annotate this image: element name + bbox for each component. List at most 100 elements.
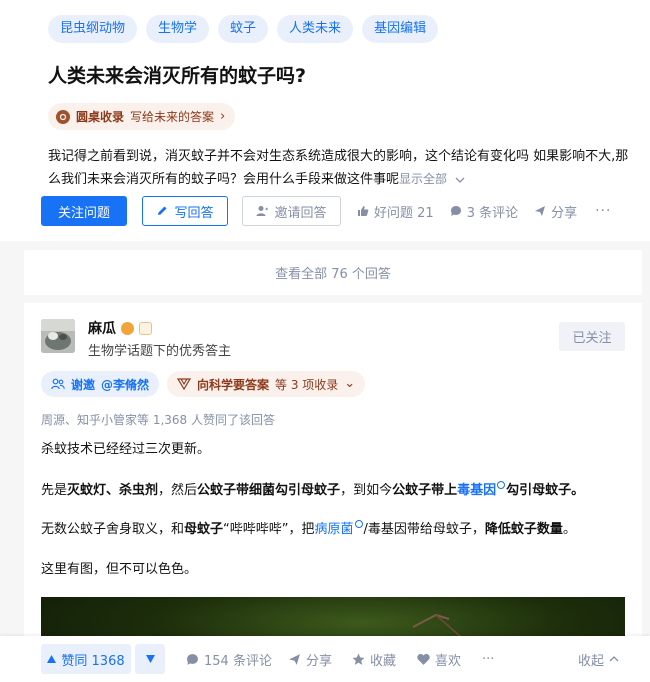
paragraph-text: 。 [562,522,576,537]
answer-share-button[interactable]: 分享 [288,644,332,674]
more-options-icon[interactable]: ··· [595,203,611,219]
question-actions: 关注问题 写回答 邀请回答 好问题 21 3 条评论 分享 ··· [41,196,611,226]
excellent-answerer-badge-icon [121,321,134,335]
follow-question-button[interactable]: 关注问题 [41,196,127,226]
agree-summary: 周源、知乎小管家等 1,368 人赞同了该回答 [41,413,275,427]
paragraph-text: 先是 [41,483,68,498]
chevron-up-icon [609,656,619,662]
roundtable-label: 圆桌收录 [76,110,125,124]
comments-label: 3 条评论 [466,205,519,221]
write-answer-label: 写回答 [174,205,214,221]
roundtable-link[interactable]: 圆桌收录 写给未来的答案 › [48,103,236,130]
like-button[interactable]: 喜欢 [417,644,461,674]
question-description: 我记得之前看到说，消灭蚊子并不会对生态系统造成很大的影响，这个结论有变化吗 如果… [48,145,640,191]
invite-answer-label: 邀请回答 [274,205,327,221]
share-icon [535,206,546,216]
chevron-down-icon: ⌄ [344,376,356,391]
answer-paragraph: 无数公蚊子舍身取义，和母蚊子“哔哔哔哔”，把病原菌/毒基因带给母蚊子，降低蚊子数… [41,518,576,537]
author-description: 生物学话题下的优秀答主 [88,344,232,359]
topic-tag[interactable]: 人类未来 [277,15,354,43]
invite-mention[interactable]: @李脩然 [101,376,149,393]
chevron-down-icon [455,177,465,183]
pencil-icon [158,206,167,215]
favorite-label: 收藏 [370,653,397,669]
triangle-down-icon [145,655,155,663]
paragraph-bold: 降低蚊子数量 [484,522,563,537]
thumbs-up-icon [358,206,369,216]
answer-comments-button[interactable]: 154 条评论 [186,644,272,674]
upvote-label: 赞同 1368 [61,653,125,669]
collection-label: 向科学要答案 [197,377,270,392]
invite-icon [51,378,65,390]
more-options-icon[interactable]: ··· [482,644,494,674]
search-icon [354,520,363,528]
followed-button[interactable]: 已关注 [559,322,625,351]
topic-tag[interactable]: 蚊子 [218,15,269,43]
collection-icon [177,378,191,390]
paragraph-text: ，到如今 [340,483,393,498]
view-all-answers-link[interactable]: 查看全部 76 个回答 [24,250,642,295]
share-button[interactable]: 分享 [534,202,577,221]
paragraph-text: 无数公蚊子舍身取义，和 [41,522,185,537]
answer-paragraph: 先是灭蚊灯、杀虫剂，然后公蚊子带细菌勾引母蚊子，到如今公蚊子带上毒基因 勾引母蚊子… [41,479,584,498]
identity-badge-icon [139,321,152,335]
share-icon [289,653,300,665]
good-question-label: 好问题 21 [374,205,434,221]
invite-answer-button[interactable]: 邀请回答 [242,196,341,226]
paragraph-bold: 公蚊子带上 [392,483,458,498]
star-icon [352,653,365,665]
roundtable-text: 写给未来的答案 [130,110,215,124]
collection-pill[interactable]: 向科学要答案 等 3 项收录 ⌄ [167,371,366,397]
author-name-text: 麻瓜 [88,321,116,337]
chevron-right-icon: › [220,109,226,124]
downvote-button[interactable] [135,644,165,674]
search-link[interactable]: 毒基因 [457,483,496,498]
paragraph-bold: 灭蚊灯、杀虫剂 [67,483,159,498]
collapse-button[interactable]: 收起 [578,644,619,674]
like-label: 喜欢 [435,653,462,669]
comments-button[interactable]: 3 条评论 [450,202,518,221]
topic-tags: 昆虫纲动物 生物学 蚊子 人类未来 基因编辑 [48,15,439,43]
comment-icon [450,206,461,216]
answer-action-bar: 赞同 1368 154 条评论 分享 收藏 喜欢 ··· 收起 [0,636,650,682]
paragraph-text: ，然后 [158,483,198,498]
share-label: 分享 [551,205,578,221]
question-title[interactable]: 人类未来会消灭所有的蚊子吗? [48,61,306,88]
answer-card: 麻瓜 生物学话题下的优秀答主 已关注 谢邀 @李脩然 向科学要答案 等 3 项收… [24,303,642,682]
add-user-icon [256,206,269,216]
search-icon [497,481,506,489]
favorite-button[interactable]: 收藏 [352,644,396,674]
paragraph-text: 这里有图，但不可以色色。 [41,562,198,577]
collapse-label: 收起 [578,653,605,669]
heart-icon [417,653,430,665]
paragraph-text: “哔哔哔哔”，把 [223,522,315,537]
paragraph-bold: 母蚊子 [184,522,224,537]
question-description-text: 我记得之前看到说，消灭蚊子并不会对生态系统造成很大的影响，这个结论有变化吗 如果… [48,149,629,187]
answer-comments-label: 154 条评论 [204,653,272,669]
author-name[interactable]: 麻瓜 [88,318,152,338]
topic-tag[interactable]: 基因编辑 [362,15,439,43]
good-question-button[interactable]: 好问题 21 [357,202,434,221]
search-link[interactable]: 病原菌 [315,522,354,537]
roundtable-icon [56,109,70,124]
answer-paragraph: 杀蚊技术已经经过三次更新。 [41,438,210,457]
triangle-up-icon [47,655,57,663]
question-card: 昆虫纲动物 生物学 蚊子 人类未来 基因编辑 人类未来会消灭所有的蚊子吗? 圆桌… [0,0,650,241]
topic-tag[interactable]: 昆虫纲动物 [48,15,138,43]
avatar[interactable] [41,319,75,353]
paragraph-bold: 勾引母蚊子。 [506,483,585,498]
answer-share-label: 分享 [306,653,333,669]
collection-suffix: 等 3 项收录 [275,377,339,392]
topic-tag[interactable]: 生物学 [146,15,210,43]
show-all-label: 显示全部 [399,172,448,186]
paragraph-text: /毒基因带给母蚊子， [363,522,485,537]
answer-paragraph: 这里有图，但不可以色色。 [41,558,197,577]
paragraph-text: 杀蚊技术已经经过三次更新。 [41,442,211,457]
invite-prefix: 谢邀 [71,377,96,392]
write-answer-button[interactable]: 写回答 [142,196,228,226]
show-all-button[interactable]: 显示全部 [399,172,465,186]
invite-pill[interactable]: 谢邀 @李脩然 [41,371,160,397]
upvote-button[interactable]: 赞同 1368 [41,644,131,674]
comment-icon [187,653,198,665]
paragraph-bold: 公蚊子带细菌勾引母蚊子 [197,483,341,498]
